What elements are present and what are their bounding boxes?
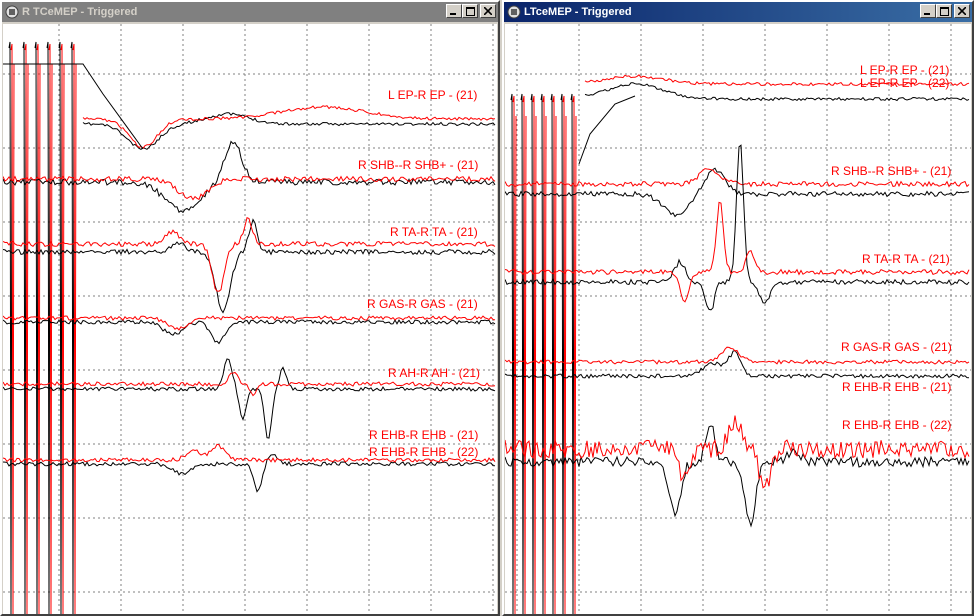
stim-artifact <box>8 41 13 614</box>
trace-gas-black <box>3 318 496 345</box>
maximize-icon <box>465 6 475 16</box>
trace-plot-right[interactable]: L EP-R EP - (21) L EP-R EP - (22) R SHB-… <box>505 24 971 614</box>
stim-artifact <box>550 93 555 614</box>
stim-artifact <box>540 93 545 614</box>
close-icon <box>958 7 966 15</box>
trace-label-ep: L EP-R EP - (21) <box>388 88 477 102</box>
stim-artifact <box>530 93 535 614</box>
window-right[interactable]: LTceMEP - Triggered L EP-R EP - (21) L E… <box>502 0 974 616</box>
app-icon <box>507 5 521 19</box>
maximize-button[interactable] <box>936 4 952 18</box>
trace-label-ehb-21: R EHB-R EHB - (21) <box>842 380 951 394</box>
trace-label-gas: R GAS-R GAS - (21) <box>841 340 952 354</box>
minimize-icon <box>450 13 456 15</box>
close-button[interactable] <box>954 4 970 18</box>
waveforms <box>3 41 496 614</box>
stim-artifact <box>570 93 575 614</box>
trace-label-ep-22: L EP-R EP - (22) <box>860 76 949 90</box>
trace-label-ta: R TA-R TA - (21) <box>390 225 478 239</box>
app-icon <box>5 5 19 19</box>
stim-artifact <box>510 93 515 614</box>
minimize-icon <box>924 13 930 15</box>
stim-artifact <box>58 41 63 614</box>
trace-shb-red <box>3 175 496 201</box>
trace-label-ehb-21: R EHB-R EHB - (21) <box>369 428 478 442</box>
trace-label-ep-21: L EP-R EP - (21) <box>860 63 949 77</box>
titlebar-right[interactable]: LTceMEP - Triggered <box>504 2 972 22</box>
stim-artifact <box>70 41 75 614</box>
close-icon <box>484 7 492 15</box>
minimize-button[interactable] <box>446 4 462 18</box>
stim-artifact <box>46 41 51 614</box>
trace-label-ehb-22: R EHB-R EHB - (22) <box>369 445 478 459</box>
trace-label-shb: R SHB--R SHB+ - (21) <box>831 164 951 178</box>
trace-label-shb: R SHB--R SHB+ - (21) <box>358 158 478 172</box>
titlebar-left[interactable]: R TCeMEP - Triggered <box>2 2 498 22</box>
trace-canvas-left: L EP-R EP - (21) R SHB--R SHB+ - (21) R … <box>3 24 497 614</box>
trace-plot-left[interactable]: L EP-R EP - (21) R SHB--R SHB+ - (21) R … <box>3 24 497 614</box>
close-button[interactable] <box>480 4 496 18</box>
window-title: LTceMEP - Triggered <box>524 6 632 18</box>
stim-artifact <box>34 41 39 614</box>
maximize-button[interactable] <box>462 4 478 18</box>
trace-label-gas: R GAS-R GAS - (21) <box>367 297 478 311</box>
trace-labels: L EP-R EP - (21) R SHB--R SHB+ - (21) R … <box>358 88 480 459</box>
trace-ep-rise <box>578 95 636 165</box>
minimize-button[interactable] <box>920 4 936 18</box>
trace-canvas-right: L EP-R EP - (21) L EP-R EP - (22) R SHB-… <box>505 24 971 614</box>
trace-label-ta: R TA-R TA - (21) <box>862 252 950 266</box>
stim-artifact <box>22 41 27 614</box>
stim-artifact <box>560 93 565 614</box>
stim-artifact <box>520 93 525 614</box>
window-left[interactable]: R TCeMEP - Triggered L EP-R EP - (21) R … <box>0 0 500 616</box>
maximize-icon <box>939 6 949 16</box>
trace-label-ehb-22: R EHB-R EHB - (22) <box>842 418 951 432</box>
trace-label-ah: R AH-R AH - (21) <box>388 366 480 380</box>
window-title: R TCeMEP - Triggered <box>22 6 138 18</box>
trace-ep-red <box>82 105 496 150</box>
